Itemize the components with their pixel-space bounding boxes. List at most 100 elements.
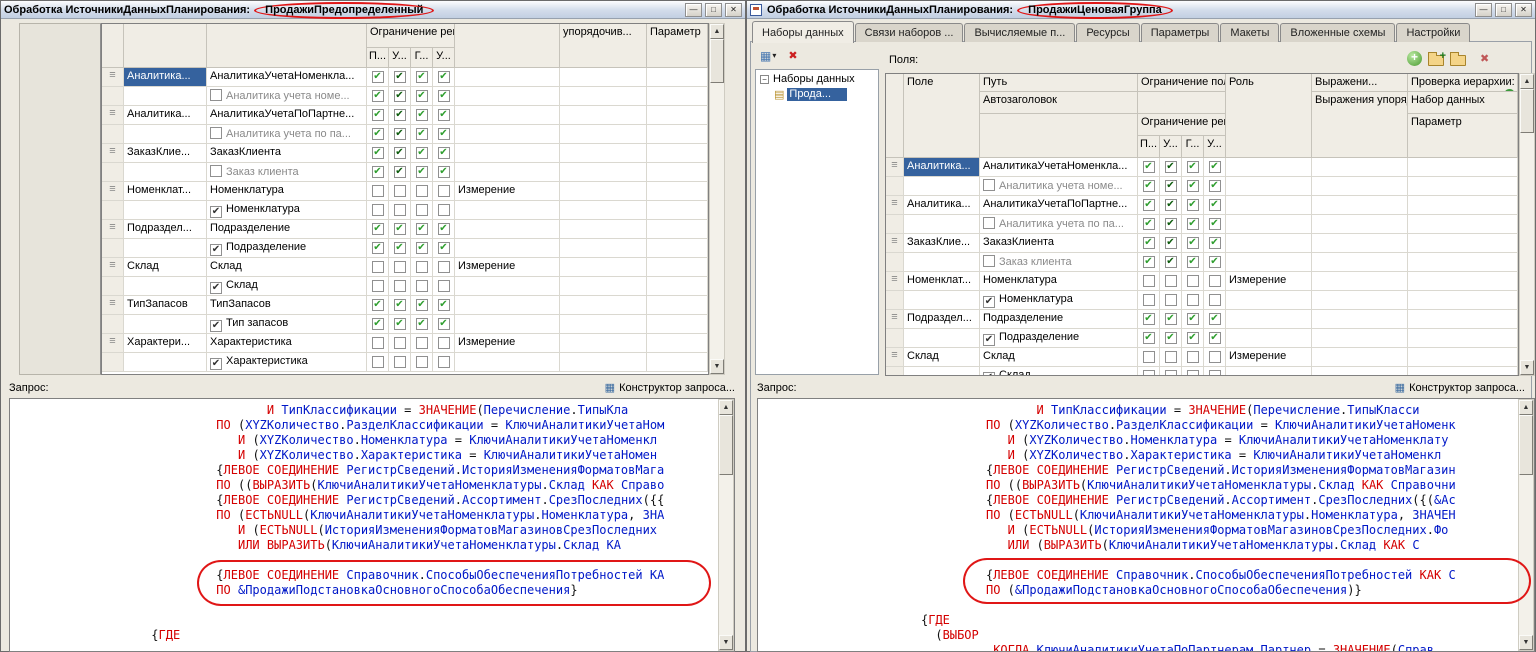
order-expr-cell[interactable]: [1312, 253, 1408, 272]
role-cell[interactable]: Измерение: [455, 334, 560, 353]
restriction-checkbox[interactable]: ✔: [372, 147, 384, 159]
scroll-down-button[interactable]: ▼: [719, 635, 733, 650]
restriction-checkbox[interactable]: ✔: [394, 109, 406, 121]
tab-4[interactable]: Ресурсы: [1076, 23, 1139, 42]
parameter-cell[interactable]: [647, 258, 708, 277]
order-expr-cell[interactable]: [560, 315, 647, 334]
auto-title-cell[interactable]: ✔Склад: [980, 367, 1138, 376]
tab-3[interactable]: Вычисляемые п...: [964, 23, 1075, 42]
restriction-checkbox[interactable]: [438, 261, 450, 273]
restriction-checkbox[interactable]: [1143, 294, 1155, 306]
parameter-cell[interactable]: [1408, 310, 1518, 329]
field-row[interactable]: ≡СкладСкладИзмерение: [886, 348, 1518, 367]
titlebar-left[interactable]: Обработка ИсточникиДанныхПланирования: П…: [1, 1, 745, 19]
tab-6[interactable]: Макеты: [1220, 23, 1279, 42]
restriction-checkbox[interactable]: ✔: [416, 318, 428, 330]
parameter-cell[interactable]: [647, 296, 708, 315]
order-expr-cell[interactable]: [1312, 291, 1408, 310]
restriction-checkbox[interactable]: ✔: [394, 71, 406, 83]
parameter-cell[interactable]: [1408, 253, 1518, 272]
parameter-cell[interactable]: [1408, 329, 1518, 348]
field-name-cell[interactable]: Склад: [904, 348, 980, 367]
restriction-checkbox[interactable]: ✔: [1165, 199, 1177, 211]
auto-title-cell[interactable]: ✔Номенклатура: [207, 201, 367, 220]
field-name-cell[interactable]: Склад: [124, 258, 207, 277]
auto-title-checkbox[interactable]: [210, 127, 222, 139]
order-expr-cell[interactable]: [560, 182, 647, 201]
auto-title-cell[interactable]: Аналитика учета номе...: [207, 87, 367, 106]
restriction-checkbox[interactable]: ✔: [438, 109, 450, 121]
restriction-checkbox[interactable]: ✔: [372, 109, 384, 121]
role-cell[interactable]: [1226, 177, 1312, 196]
parameter-cell[interactable]: [647, 87, 708, 106]
role-cell[interactable]: [1226, 196, 1312, 215]
order-expr-cell[interactable]: [560, 163, 647, 182]
parameter-cell[interactable]: [1408, 272, 1518, 291]
restriction-checkbox[interactable]: ✔: [1187, 199, 1199, 211]
restriction-checkbox[interactable]: ✔: [416, 242, 428, 254]
restriction-checkbox[interactable]: ✔: [1209, 218, 1221, 230]
order-expr-cell[interactable]: [1312, 310, 1408, 329]
field-path-cell[interactable]: Подразделение: [980, 310, 1138, 329]
delete-field-icon[interactable]: ✖: [1480, 52, 1489, 65]
auto-title-row[interactable]: Заказ клиента✔✔✔✔: [886, 253, 1518, 272]
restriction-checkbox[interactable]: ✔: [438, 128, 450, 140]
auto-title-checkbox[interactable]: ✔: [210, 320, 222, 332]
order-expr-cell[interactable]: [1312, 367, 1408, 376]
auto-title-cell[interactable]: ✔Склад: [207, 277, 367, 296]
auto-title-cell[interactable]: ✔Подразделение: [207, 239, 367, 258]
field-name-cell[interactable]: Характери...: [124, 334, 207, 353]
auto-title-cell[interactable]: Заказ клиента: [207, 163, 367, 182]
order-expr-cell[interactable]: [1312, 215, 1408, 234]
tab-5[interactable]: Параметры: [1141, 23, 1220, 42]
role-cell[interactable]: [1226, 215, 1312, 234]
role-cell[interactable]: [455, 315, 560, 334]
order-expr-cell[interactable]: [1312, 158, 1408, 177]
restriction-checkbox[interactable]: [1165, 370, 1177, 376]
restriction-checkbox[interactable]: ✔: [394, 90, 406, 102]
restriction-checkbox[interactable]: ✔: [416, 299, 428, 311]
tree-expander-icon[interactable]: −: [760, 75, 769, 84]
field-name-cell[interactable]: [904, 329, 980, 348]
restriction-checkbox[interactable]: ✔: [1143, 313, 1155, 325]
maximize-button[interactable]: □: [705, 3, 722, 17]
restriction-checkbox[interactable]: ✔: [416, 147, 428, 159]
auto-title-row[interactable]: ✔Номенклатура: [886, 291, 1518, 310]
field-row[interactable]: ≡Аналитика...АналитикаУчетаПоПартне...✔✔…: [102, 106, 708, 125]
auto-title-cell[interactable]: ✔Характеристика: [207, 353, 367, 372]
restriction-checkbox[interactable]: ✔: [1165, 332, 1177, 344]
field-row[interactable]: ≡Номенклат...НоменклатураИзмерение: [886, 272, 1518, 291]
restriction-checkbox[interactable]: ✔: [372, 242, 384, 254]
field-name-cell[interactable]: Подраздел...: [904, 310, 980, 329]
add-dataset-button[interactable]: ▦▾: [756, 47, 780, 65]
field-path-cell[interactable]: АналитикаУчетаНоменкла...: [207, 68, 367, 87]
restriction-checkbox[interactable]: ✔: [1165, 237, 1177, 249]
order-expr-cell[interactable]: [560, 353, 647, 372]
auto-title-checkbox[interactable]: [983, 179, 995, 191]
restriction-checkbox[interactable]: ✔: [1143, 256, 1155, 268]
restriction-checkbox[interactable]: [416, 204, 428, 216]
auto-title-row[interactable]: Аналитика учета по па...✔✔✔✔: [886, 215, 1518, 234]
restriction-checkbox[interactable]: [1165, 294, 1177, 306]
order-expr-cell[interactable]: [560, 125, 647, 144]
restriction-checkbox[interactable]: [394, 356, 406, 368]
restriction-checkbox[interactable]: [394, 204, 406, 216]
field-path-cell[interactable]: АналитикаУчетаПоПартне...: [980, 196, 1138, 215]
auto-title-cell[interactable]: ✔Подразделение: [980, 329, 1138, 348]
titlebar-right[interactable]: Обработка ИсточникиДанныхПланирования: П…: [747, 1, 1535, 19]
auto-title-checkbox[interactable]: ✔: [210, 358, 222, 370]
restriction-checkbox[interactable]: ✔: [1143, 180, 1155, 192]
close-button[interactable]: ✕: [725, 3, 742, 17]
restriction-checkbox[interactable]: [1165, 351, 1177, 363]
order-expr-cell[interactable]: [1312, 329, 1408, 348]
scroll-up-button[interactable]: ▲: [710, 24, 724, 39]
restriction-checkbox[interactable]: ✔: [438, 318, 450, 330]
field-row[interactable]: ≡Аналитика...АналитикаУчетаПоПартне...✔✔…: [886, 196, 1518, 215]
role-cell[interactable]: [455, 144, 560, 163]
restriction-checkbox[interactable]: [372, 280, 384, 292]
auto-title-row[interactable]: ✔Склад: [886, 367, 1518, 376]
field-name-cell[interactable]: [904, 177, 980, 196]
restriction-checkbox[interactable]: ✔: [394, 318, 406, 330]
restriction-checkbox[interactable]: ✔: [1143, 161, 1155, 173]
maximize-button[interactable]: □: [1495, 3, 1512, 17]
